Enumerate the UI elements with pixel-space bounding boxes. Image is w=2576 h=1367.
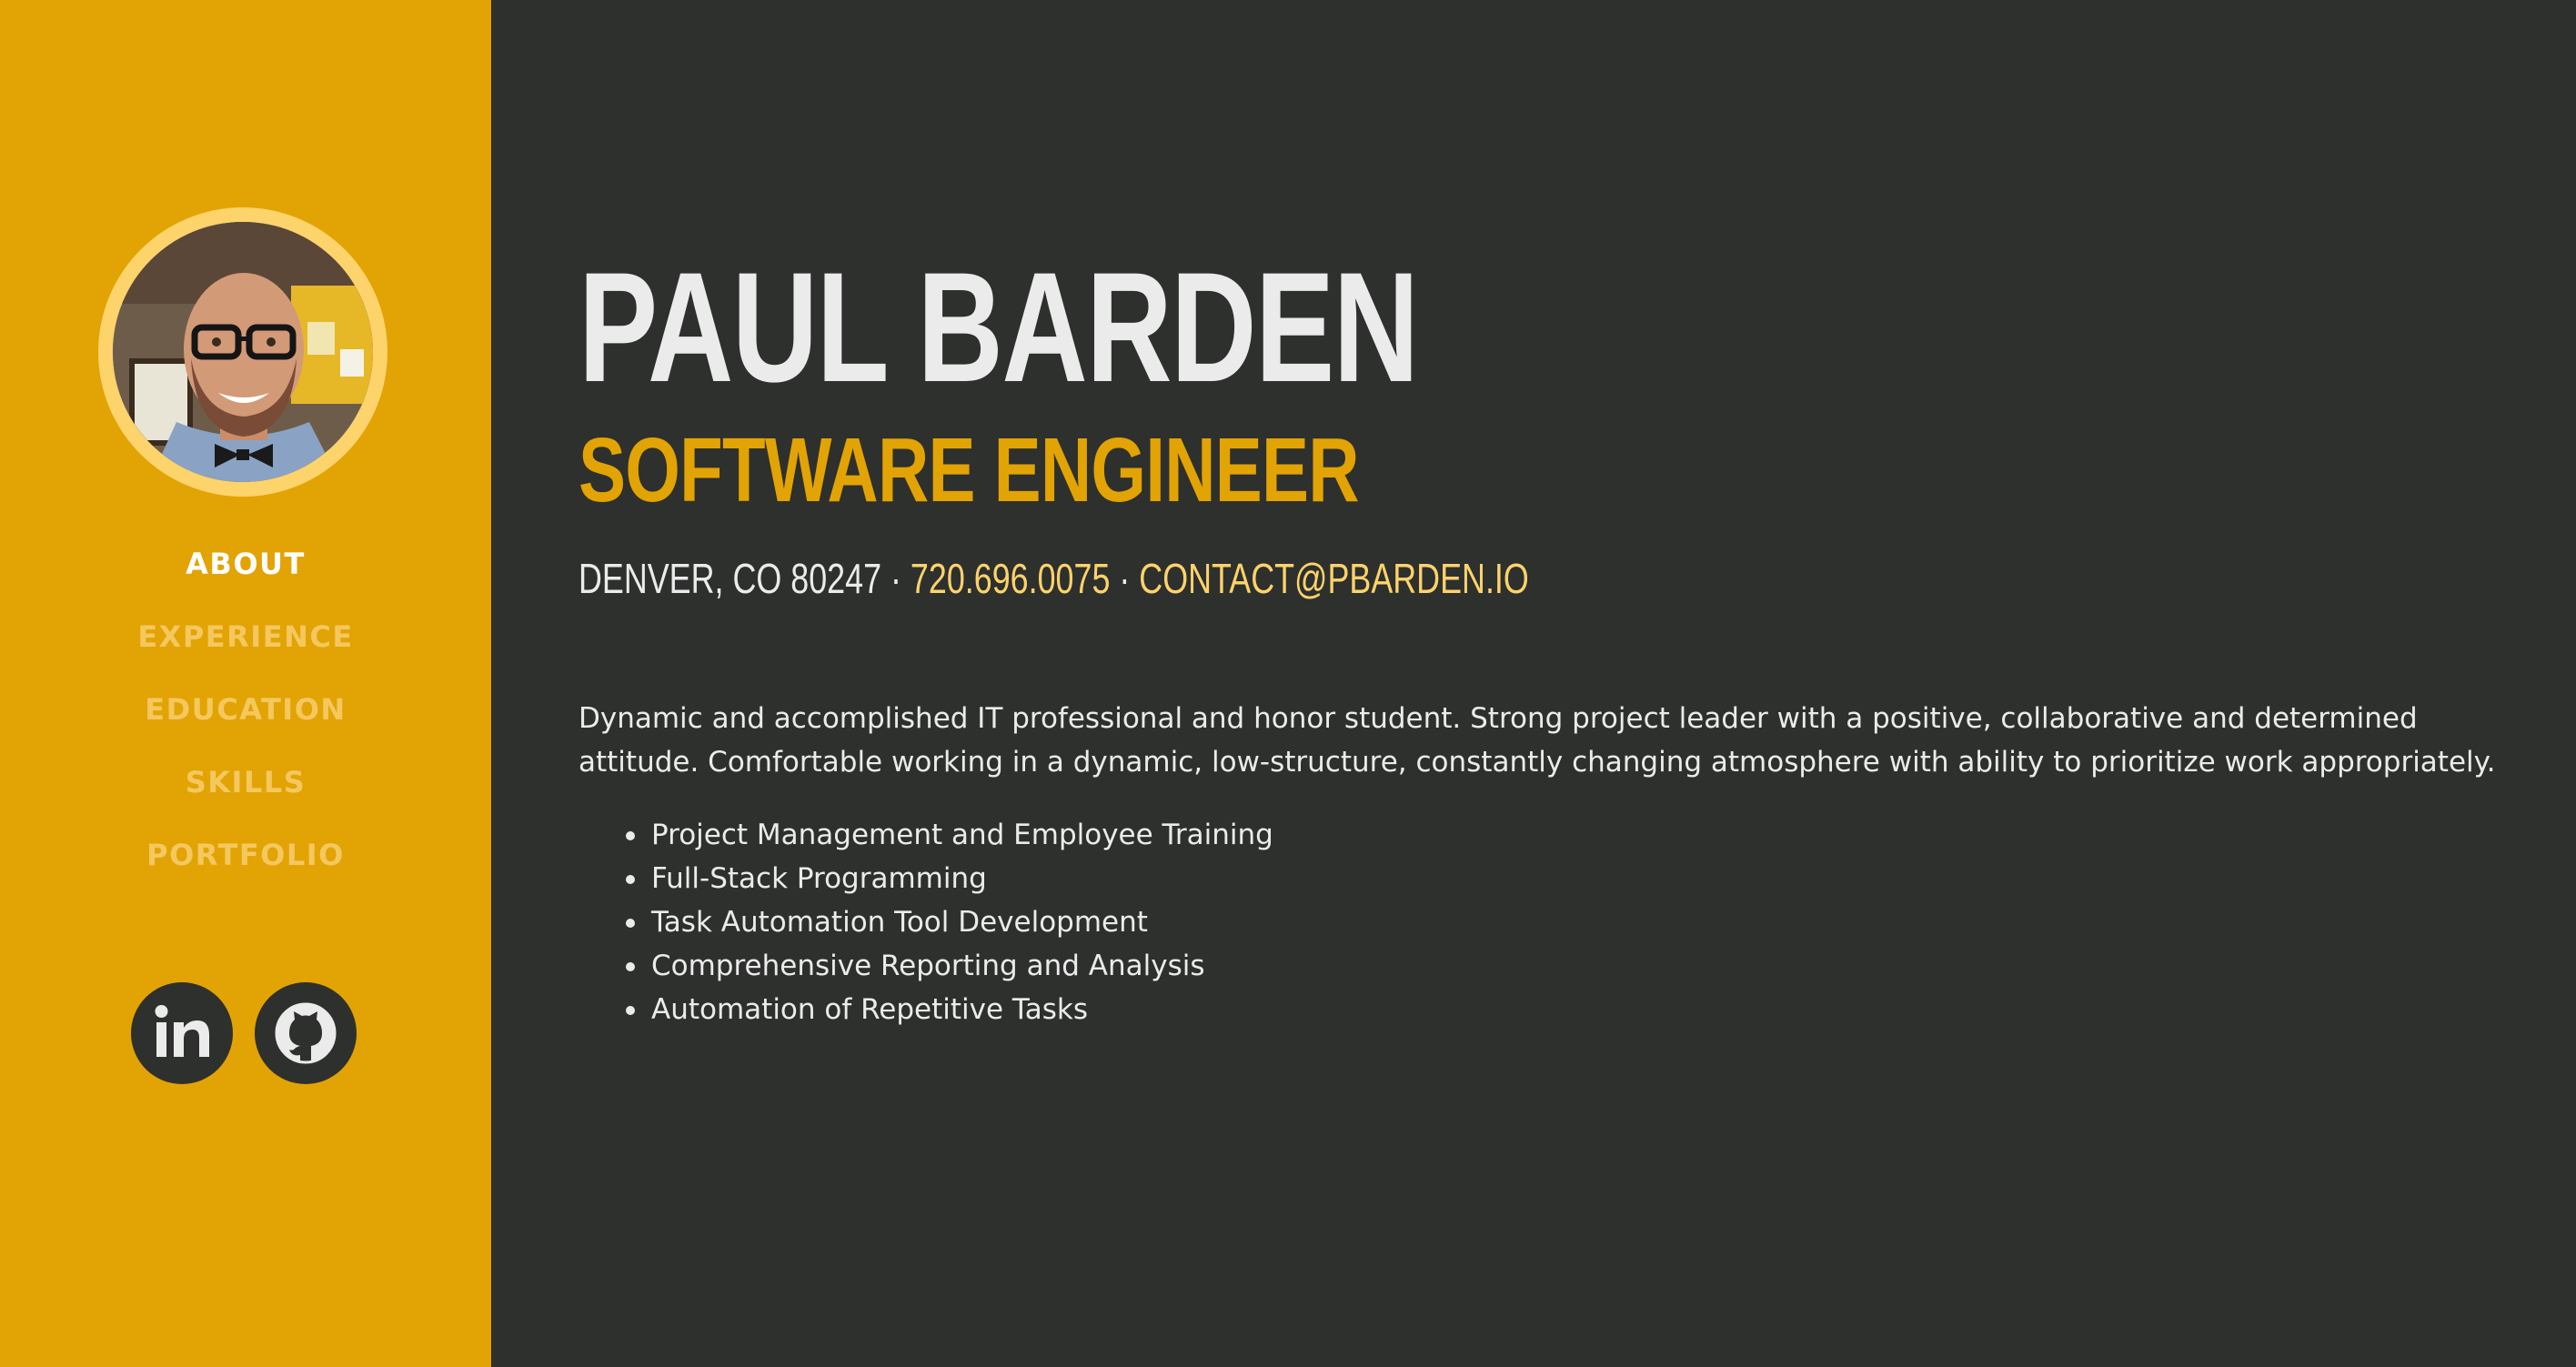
list-item: Automation of Repetitive Tasks	[619, 988, 1273, 1031]
profile-photo-image	[113, 222, 373, 482]
sidebar-nav: ABOUT EXPERIENCE EDUCATION SKILLS PORTFO…	[0, 537, 491, 900]
nav-link-education[interactable]: EDUCATION	[145, 692, 346, 727]
bullet-icon	[626, 875, 635, 884]
nav-link-skills[interactable]: SKILLS	[186, 765, 307, 799]
contact-location: DENVER, CO 80247	[579, 555, 882, 602]
nav-item: SKILLS	[0, 755, 491, 828]
list-item-text: Automation of Repetitive Tasks	[651, 993, 1088, 1026]
list-item-text: Full-Stack Programming	[651, 862, 987, 895]
highlights-list: Project Management and Employee Training…	[619, 813, 1273, 1031]
bullet-icon	[626, 962, 635, 971]
nav-item: PORTFOLIO	[0, 828, 491, 900]
list-item: Task Automation Tool Development	[619, 900, 1273, 944]
contact-email-link[interactable]: CONTACT@PBARDEN.IO	[1139, 555, 1528, 602]
nav-item: EXPERIENCE	[0, 609, 491, 682]
bullet-icon	[626, 1006, 635, 1015]
profile-photo	[113, 222, 373, 482]
contact-phone-link[interactable]: 720.696.0075	[911, 555, 1110, 602]
avatar	[98, 207, 387, 497]
main-content: PAUL BARDEN SOFTWARE ENGINEER DENVER, CO…	[579, 0, 2507, 1367]
list-item: Comprehensive Reporting and Analysis	[619, 944, 1273, 988]
list-item-text: Comprehensive Reporting and Analysis	[651, 950, 1205, 982]
sidebar: ABOUT EXPERIENCE EDUCATION SKILLS PORTFO…	[0, 0, 491, 1367]
linkedin-icon	[155, 1005, 209, 1057]
nav-link-experience[interactable]: EXPERIENCE	[137, 619, 353, 654]
job-title: SOFTWARE ENGINEER	[579, 419, 1360, 521]
bullet-icon	[626, 919, 635, 928]
nav-item: EDUCATION	[0, 682, 491, 755]
list-item: Project Management and Employee Training	[619, 813, 1273, 857]
contact-line: DENVER, CO 80247 · 720.696.0075 · CONTAC…	[579, 553, 1529, 604]
contact-separator: ·	[1110, 555, 1140, 602]
list-item: Full-Stack Programming	[619, 857, 1273, 900]
linkedin-button[interactable]	[131, 982, 233, 1084]
github-icon	[275, 1002, 337, 1064]
nav-link-portfolio[interactable]: PORTFOLIO	[146, 838, 345, 872]
list-item-text: Task Automation Tool Development	[651, 906, 1148, 939]
contact-separator: ·	[881, 555, 911, 602]
bullet-icon	[626, 831, 635, 840]
nav-item: ABOUT	[0, 537, 491, 609]
github-button[interactable]	[255, 982, 357, 1084]
list-item-text: Project Management and Employee Training	[651, 819, 1273, 851]
page-title: PAUL BARDEN	[579, 240, 1419, 415]
summary-text: Dynamic and accomplished IT professional…	[579, 702, 2496, 779]
nav-link-about[interactable]: ABOUT	[186, 547, 306, 581]
